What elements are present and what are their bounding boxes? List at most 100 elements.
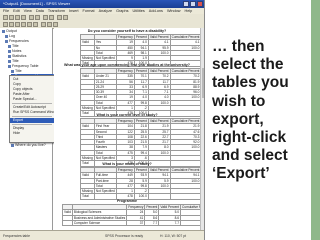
instruction-line: export, (212, 110, 264, 128)
table-header-cell: Valid Percent (147, 33, 171, 41)
context-menu-item[interactable]: Paste After (10, 92, 54, 97)
frequency-table-level[interactable]: Frequency Percent Valid Percent Cumulative … (80, 117, 200, 167)
table-header-cell: Cumulative Percent (169, 33, 200, 41)
table-header-cell: Percent (133, 117, 149, 125)
table-header-cell: Cumulative Percent (169, 67, 200, 75)
context-menu-item[interactable]: Copy (10, 82, 54, 87)
table-header-cell: Percent (144, 203, 160, 211)
table-cell: Missing (80, 105, 95, 112)
promote-icon[interactable] (3, 22, 8, 27)
menu-divider (12, 116, 52, 117)
vertical-scrollbar[interactable] (200, 28, 204, 230)
frequency-table-disability[interactable]: Frequency Percent Valid Percent Cumulative … (80, 33, 200, 67)
instruction-line: right-click (212, 128, 287, 146)
outline-item[interactable]: Title (8, 59, 19, 64)
outline-item[interactable]: Log (5, 34, 15, 39)
title-icon (11, 69, 14, 73)
frequency-table-age[interactable]: Frequency Percent Valid Percent Cumulative … (80, 67, 200, 117)
table-cell: Not Specified (93, 188, 117, 195)
table-header-cell: Frequency (115, 33, 135, 41)
outline-item[interactable]: Title (8, 44, 19, 49)
demote-icon[interactable] (9, 22, 14, 27)
expand-icon[interactable] (15, 22, 20, 27)
export-menu-item[interactable]: Export (10, 118, 54, 123)
title-icon (8, 44, 11, 48)
window-title: *Output1 [Document1] - SPSS Viewer (3, 1, 71, 6)
context-menu-item[interactable]: Display (10, 126, 54, 131)
table-icon (8, 54, 11, 58)
outline-item[interactable]: Frequencies (5, 39, 29, 44)
table-header-cell: Valid Percent (147, 117, 171, 125)
table-header-cell: Frequency (115, 117, 135, 125)
table-row: Computer Science377.77.721.3 (62, 219, 200, 227)
table-cell: Missing (80, 55, 95, 62)
window-controls (183, 1, 203, 7)
table-header-cell: Percent (133, 67, 149, 75)
context-menu-item[interactable]: Copy objects (10, 87, 54, 92)
context-menu-item[interactable]: Paste Special... (10, 97, 54, 102)
recall-dialog-icon[interactable] (49, 15, 54, 20)
show-icon[interactable] (27, 22, 32, 27)
context-menu-item[interactable]: Cut (10, 77, 54, 82)
table-header-cell: Valid Percent (147, 166, 171, 174)
table-header-cell: Frequency (126, 203, 146, 211)
status-size: H: 110, W: 507 pt (160, 234, 187, 238)
undo-icon[interactable] (29, 15, 34, 20)
status-left: Frequencies table (3, 234, 30, 238)
scrollbar-thumb[interactable] (201, 68, 204, 98)
status-processor: SPSS Processor is ready (105, 234, 144, 238)
maximize-button[interactable] (190, 1, 196, 7)
collapse-icon[interactable] (21, 22, 26, 27)
context-menu-item[interactable]: Create/Edit Autoscript (10, 105, 54, 110)
insert-heading-icon[interactable] (41, 22, 46, 27)
insert-text-icon[interactable] (53, 22, 58, 27)
context-menu-item[interactable]: Hide (10, 131, 54, 136)
table-cell: 21.3 (180, 219, 200, 227)
table-header-cell: Frequency (115, 67, 135, 75)
outline-item[interactable]: Statistics (8, 54, 26, 59)
goto-data-icon[interactable] (43, 15, 48, 20)
table-cell: Computer Science (71, 219, 128, 227)
output-content-pane[interactable]: Do you consider yourself to have a disab… (54, 28, 200, 230)
spss-viewer-window: *Output1 [Document1] - SPSS Viewer File … (0, 0, 205, 240)
table-cell: Business and Administrative Studies (71, 214, 128, 221)
window-titlebar: *Output1 [Document1] - SPSS Viewer (0, 0, 204, 8)
frequency-table-programme[interactable]: Frequency Percent Valid Percent Cumulative … (62, 203, 200, 227)
open-icon[interactable] (3, 15, 8, 20)
instruction-line: select the (212, 56, 284, 74)
table-icon (11, 143, 14, 147)
frequency-table-mode[interactable]: Frequency Percent Valid Percent Cumulative … (80, 166, 200, 200)
table-header-cell: Frequency (115, 166, 135, 174)
close-button[interactable] (197, 1, 203, 7)
redo-icon[interactable] (35, 15, 40, 20)
insert-title-icon[interactable] (47, 22, 52, 27)
hide-icon[interactable] (33, 22, 38, 27)
table-title: What was your age upon commencing first … (63, 63, 190, 67)
instruction-text: … then select the tables you wish to exp… (212, 38, 310, 184)
select-last-output-icon[interactable] (57, 15, 62, 20)
folder-icon (5, 39, 8, 43)
table-cell: Not Specified (93, 55, 117, 62)
notes-icon (8, 49, 11, 53)
table-cell: Not Specified (93, 105, 117, 112)
instruction-line: ‘Export’ (212, 165, 270, 183)
save-icon[interactable] (9, 15, 14, 20)
table-cell: 7.7 (144, 219, 160, 227)
table-header-cell: Cumulative Percent (169, 166, 200, 174)
outline-item[interactable]: Notes (8, 49, 21, 54)
outline-item[interactable]: Output (2, 29, 17, 34)
instruction-line: tables you (212, 74, 289, 92)
minimize-button[interactable] (183, 1, 189, 7)
outline-item[interactable]: Title (11, 69, 22, 74)
table-cell: Missing (80, 188, 95, 195)
folder-icon (8, 64, 11, 68)
table-cell: 7.7 (158, 219, 182, 227)
table-header-cell: Cumulative Percent (169, 117, 200, 125)
preview-icon[interactable] (21, 15, 26, 20)
outline-item[interactable]: Frequency Table (8, 64, 39, 69)
outline-item[interactable]: Where do you live? (11, 143, 46, 148)
print-icon[interactable] (15, 15, 20, 20)
context-menu-item[interactable]: Run SPSS Command Window (10, 110, 59, 115)
table-header-cell: Cumulative Percent (180, 203, 200, 211)
designate-window-icon[interactable] (63, 15, 68, 20)
